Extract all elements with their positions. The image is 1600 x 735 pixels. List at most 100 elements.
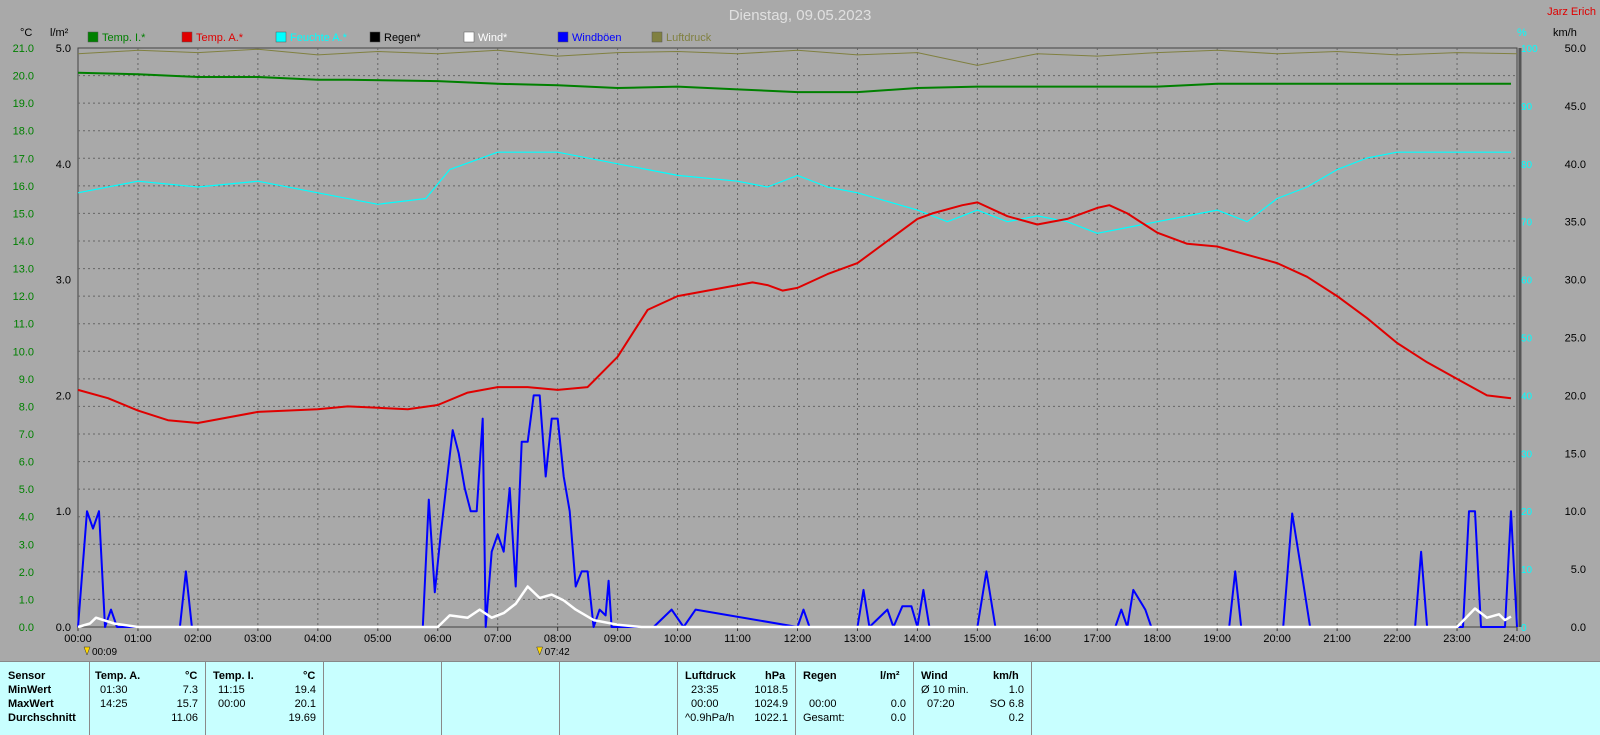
humidity-tick-label: 70 [1521,218,1533,229]
unit-rain-label: l/m² [50,27,69,39]
temp-tick-label: 20.0 [13,71,34,83]
rain-tick-label: 0.0 [56,622,71,634]
stats-rain-max-time: 00:00 [809,698,837,710]
temp-tick-label: 21.0 [13,43,34,55]
temp-tick-label: 12.0 [13,291,34,303]
unit-wind-label: km/h [1553,27,1577,39]
statistics-panel: Sensor MinWert MaxWert Durchschnitt Temp… [0,661,1600,735]
temp-tick-label: 8.0 [19,401,34,413]
humidity-tick-label: 0 [1521,623,1527,634]
wind-tick-label: 5.0 [1571,564,1586,576]
humidity-tick-label: 30 [1521,449,1533,460]
stats-temp-i-min-value: 19.4 [294,684,316,696]
stats-temp-a-min-value: 7.3 [182,684,198,696]
x-tick-label: 22:00 [1383,633,1411,645]
wind-tick-label: 50.0 [1565,43,1586,55]
legend-label-5: Windböen [572,32,622,44]
x-tick-label: 06:00 [424,633,452,645]
humidity-tick-label: 50 [1521,334,1533,345]
temp-tick-label: 2.0 [19,567,34,579]
stats-pressure-average: 1022.1 [754,712,788,724]
stats-rain-total-value: 0.0 [890,712,906,724]
temp-tick-label: 17.0 [13,153,34,165]
stats-pressure-header: Luftdruck [685,670,736,682]
wind-tick-label: 20.0 [1565,390,1586,402]
x-tick-label: 04:00 [304,633,332,645]
weather-chart: Dienstag, 09.05.2023 Jarz Erich °C l/m² … [13,6,1596,658]
stats-row-avg: Durchschnitt [8,712,76,724]
x-tick-label: 01:00 [124,633,152,645]
chart-legend: Temp. I.* Temp. A.* Feuchte A.* Regen* Wind*… [87,31,712,44]
legend-label-4: Wind* [478,32,508,44]
rain-tick-label: 2.0 [56,390,71,402]
stats-temp-i-max-time: 00:00 [218,698,246,710]
unit-temp-label: °C [20,27,32,39]
legend-swatch-2 [275,31,287,43]
x-tick-label: 14:00 [904,633,932,645]
x-tick-label: 23:00 [1443,633,1471,645]
humidity-tick-label: 90 [1521,102,1533,113]
temp-tick-label: 5.0 [19,484,34,496]
temp-tick-label: 1.0 [19,594,34,606]
temp-tick-label: 10.0 [13,346,34,358]
legend-label-0: Temp. I.* [102,32,146,44]
stats-temp-a-min-time: 01:30 [100,684,128,696]
rain-tick-label: 5.0 [56,43,71,55]
stats-temp-i-min-time: 11:15 [218,684,245,696]
rain-tick-label: 4.0 [56,159,71,171]
temp-tick-label: 16.0 [13,181,34,193]
stats-pressure-trend: ^0.9hPa/h [685,712,735,724]
legend-swatch-0 [87,31,99,43]
author-label: Jarz Erich [1547,6,1596,18]
stats-row-min: MinWert [8,684,52,696]
time-marker-label: 00:09 [92,647,117,658]
stats-pressure-max-value: 1024.9 [754,698,788,710]
x-tick-label: 20:00 [1263,633,1291,645]
x-tick-label: 09:00 [604,633,632,645]
stats-wind-average: 0.2 [1008,712,1024,724]
x-tick-label: 18:00 [1143,633,1171,645]
temp-tick-label: 19.0 [13,98,34,110]
temp-tick-label: 15.0 [13,208,34,220]
legend-label-6: Luftdruck [666,32,712,44]
x-tick-label: 19:00 [1203,633,1231,645]
stats-wind-max-value: SO 6.8 [989,698,1024,710]
x-tick-label: 16:00 [1024,633,1052,645]
stats-wind-header: Wind [921,670,948,682]
humidity-tick-label: 60 [1521,276,1533,287]
temp-tick-label: 7.0 [19,429,34,441]
temp-tick-label: 14.0 [13,236,34,248]
wind-tick-label: 10.0 [1565,506,1586,518]
legend-label-2: Feuchte A.* [290,32,348,44]
temp-tick-label: 6.0 [19,457,34,469]
temp-tick-label: 9.0 [19,374,34,386]
stats-pressure-unit: hPa [765,670,786,682]
x-tick-label: 17:00 [1084,633,1112,645]
unit-humidity-label: % [1517,27,1527,39]
temp-tick-label: 4.0 [19,512,34,524]
stats-temp-a-header: Temp. A. [95,670,141,682]
temp-tick-label: 0.0 [19,622,34,634]
x-tick-label: 24:00 [1503,633,1531,645]
legend-label-3: Regen* [384,32,421,44]
x-tick-label: 00:00 [64,633,92,645]
stats-temp-a-unit: °C [185,670,198,682]
wind-tick-label: 40.0 [1565,159,1586,171]
stats-temp-i-header: Temp. I. [213,670,254,682]
stats-temp-i-max-value: 20.1 [294,698,316,710]
humidity-tick-label: 10 [1521,565,1533,576]
x-tick-label: 15:00 [964,633,992,645]
stats-row-max: MaxWert [8,698,54,710]
temp-tick-label: 13.0 [13,264,34,276]
legend-swatch-4 [463,31,475,43]
stats-pressure-max-time: 00:00 [691,698,719,710]
stats-temp-a-max-value: 15.7 [176,698,198,710]
legend-swatch-1 [181,31,193,43]
humidity-tick-label: 40 [1521,391,1533,402]
time-marker-icon [83,646,91,656]
legend-swatch-6 [651,31,663,43]
x-tick-label: 02:00 [184,633,212,645]
temp-tick-label: 11.0 [13,319,34,331]
x-tick-label: 11:00 [724,633,751,645]
stats-temp-a-max-time: 14:25 [100,698,128,710]
